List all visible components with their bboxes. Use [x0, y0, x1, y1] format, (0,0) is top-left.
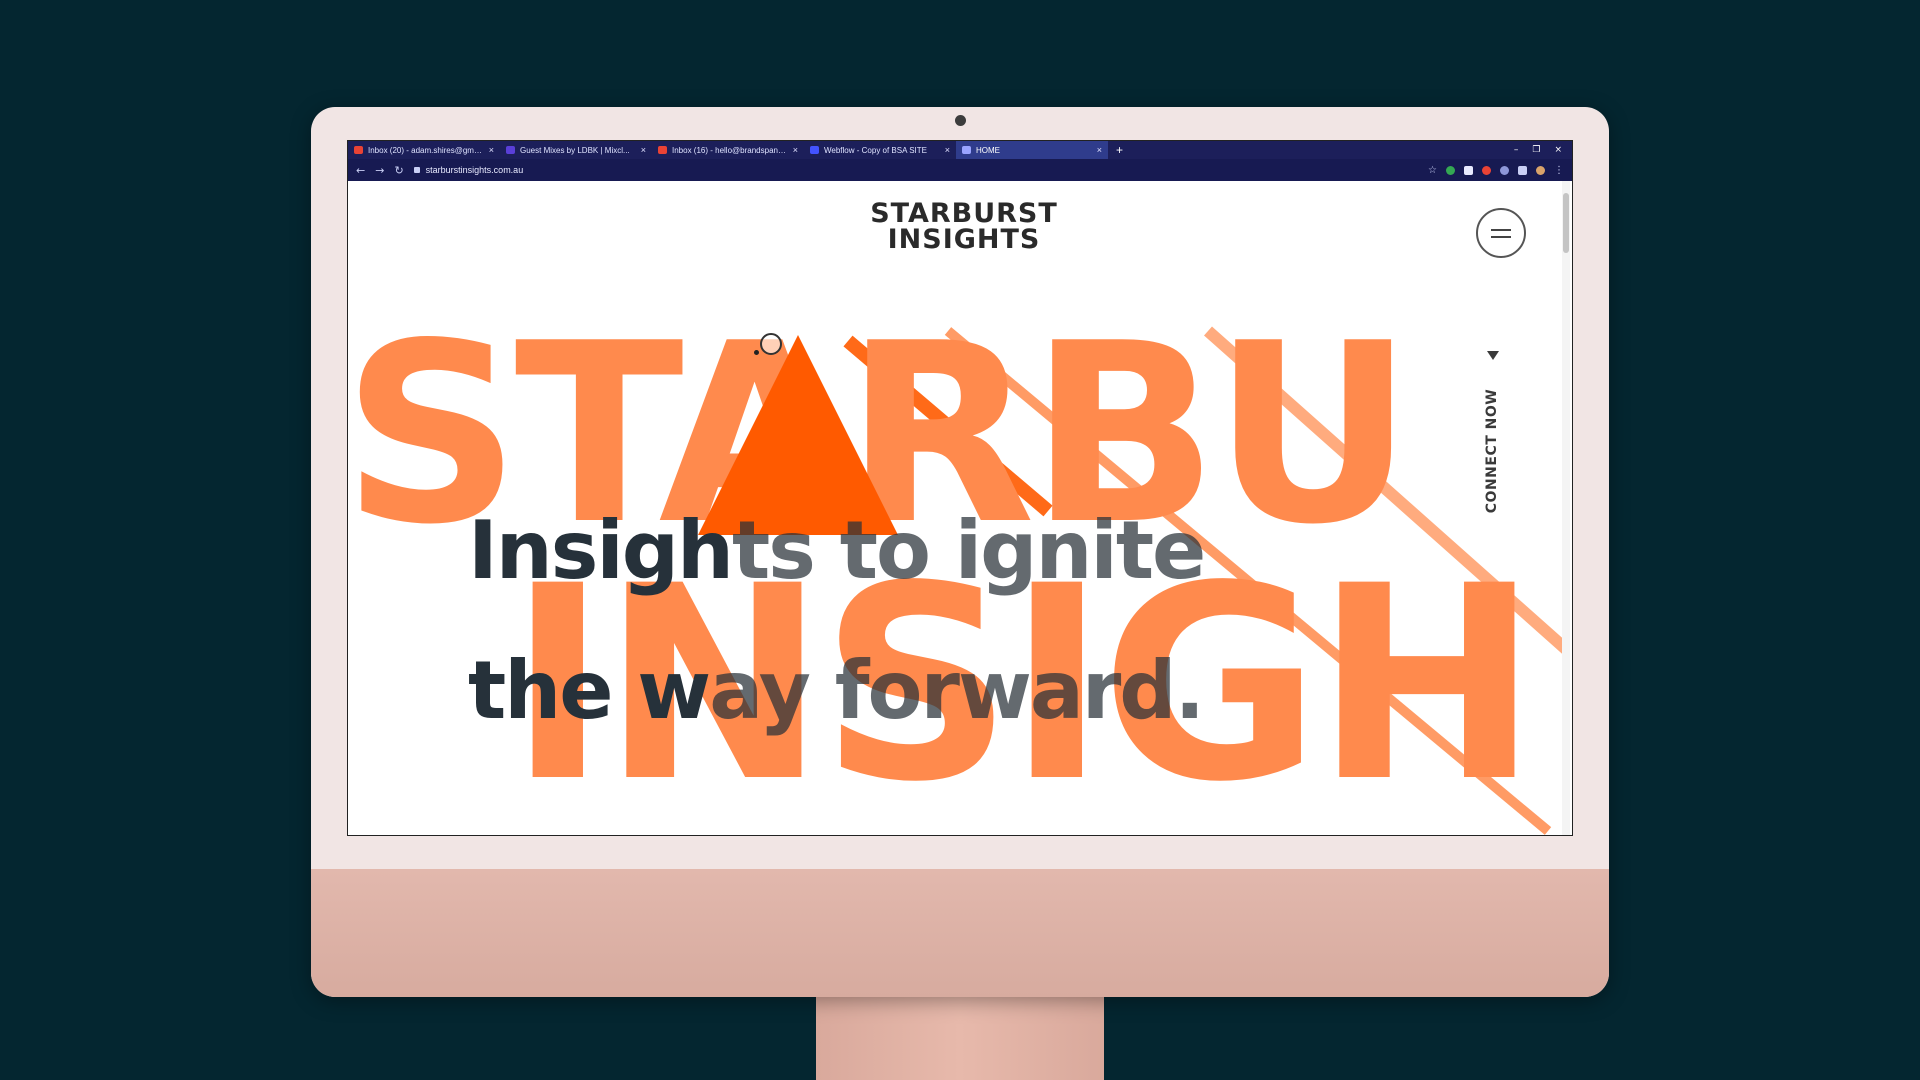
tab-gmail-adam[interactable]: Inbox (20) - adam.shires@gmail... ×	[348, 141, 500, 159]
back-icon[interactable]: ←	[356, 164, 365, 177]
extension-icon[interactable]	[1446, 165, 1455, 175]
close-icon[interactable]: ×	[793, 145, 798, 155]
extension-icon[interactable]	[1500, 165, 1509, 175]
hero-headline: Insights to ignite the way forward.	[468, 481, 1268, 761]
window-controls: – ❐ ×	[1514, 145, 1572, 155]
tab-mixcloud[interactable]: Guest Mixes by LDBK | Mixcl... ×	[500, 141, 652, 159]
close-icon[interactable]: ×	[489, 145, 494, 155]
mouse-cursor-icon	[760, 333, 782, 355]
site-logo[interactable]: STARBURST INSIGHTS	[864, 200, 1064, 255]
scrollbar-thumb[interactable]	[1563, 193, 1569, 253]
restore-icon[interactable]: ❐	[1532, 145, 1540, 155]
minimize-icon[interactable]: –	[1514, 145, 1519, 155]
tab-title: Guest Mixes by LDBK | Mixcl...	[520, 145, 630, 155]
camera	[955, 115, 966, 126]
down-arrow-icon	[1487, 351, 1499, 360]
site-icon	[962, 146, 971, 154]
webflow-icon	[810, 146, 819, 154]
tab-webflow[interactable]: Webflow - Copy of BSA SITE ×	[804, 141, 956, 159]
menu-button[interactable]	[1476, 208, 1526, 258]
url-field[interactable]: starburstinsights.com.au	[413, 165, 524, 175]
imac-monitor: Inbox (20) - adam.shires@gmail... × Gues…	[311, 107, 1609, 997]
headline-line-1: Insights to ignite	[468, 481, 1268, 621]
extension-icon[interactable]	[1464, 165, 1473, 175]
window-close-icon[interactable]: ×	[1554, 145, 1562, 155]
headline-line-2-rest: ay forward.	[709, 644, 1205, 737]
screen: Inbox (20) - adam.shires@gmail... × Gues…	[347, 140, 1573, 836]
kebab-menu-icon[interactable]: ⋮	[1554, 165, 1564, 176]
headline-line-1-dark: Insigh	[468, 504, 734, 597]
tab-title: Inbox (16) - hello@brandspanki...	[672, 145, 788, 155]
close-icon[interactable]: ×	[1097, 145, 1102, 155]
tab-title: Inbox (20) - adam.shires@gmail...	[368, 145, 484, 155]
cursor-dot	[754, 350, 759, 355]
new-tab-button[interactable]: +	[1116, 143, 1123, 157]
hamburger-icon	[1491, 228, 1511, 231]
headline-line-2-dark: the w	[468, 644, 711, 737]
logo-line-2: INSIGHTS	[887, 224, 1041, 255]
tab-gmail-hello[interactable]: Inbox (16) - hello@brandspanki... ×	[652, 141, 804, 159]
browser-address-bar: ← → ↻ starburstinsights.com.au ☆ ⋮	[348, 159, 1572, 181]
browser-tab-bar: Inbox (20) - adam.shires@gmail... × Gues…	[348, 141, 1572, 159]
headline-line-1-rest: ts to ignite	[731, 504, 1206, 597]
mixcloud-icon	[506, 146, 515, 154]
star-icon[interactable]: ☆	[1428, 165, 1437, 176]
headline-line-2: the way forward.	[468, 621, 1268, 761]
hamburger-icon	[1491, 235, 1511, 238]
connect-now-label: CONNECT NOW	[1484, 388, 1500, 514]
reload-icon[interactable]: ↻	[394, 164, 403, 177]
gmail-icon	[354, 146, 363, 154]
extensions-area: ☆ ⋮	[1428, 165, 1564, 176]
extension-icon[interactable]	[1482, 165, 1491, 175]
page-scrollbar[interactable]	[1562, 181, 1570, 835]
close-icon[interactable]: ×	[641, 145, 646, 155]
url-text: starburstinsights.com.au	[425, 165, 524, 175]
close-icon[interactable]: ×	[945, 145, 950, 155]
profile-avatar[interactable]	[1536, 165, 1545, 175]
imac-stand	[816, 995, 1104, 1080]
lock-icon	[413, 167, 420, 173]
gmail-icon	[658, 146, 667, 154]
puzzle-icon[interactable]	[1518, 165, 1527, 175]
imac-chin	[311, 869, 1609, 997]
tab-home[interactable]: HOME ×	[956, 141, 1108, 159]
tab-title: Webflow - Copy of BSA SITE	[824, 145, 928, 155]
tab-title: HOME	[976, 145, 1000, 155]
connect-now-link[interactable]: CONNECT NOW	[1478, 351, 1508, 521]
web-page: STARBU INSIGH STARBURST INSIGHTS Insight…	[348, 181, 1572, 835]
forward-icon[interactable]: →	[375, 164, 384, 177]
